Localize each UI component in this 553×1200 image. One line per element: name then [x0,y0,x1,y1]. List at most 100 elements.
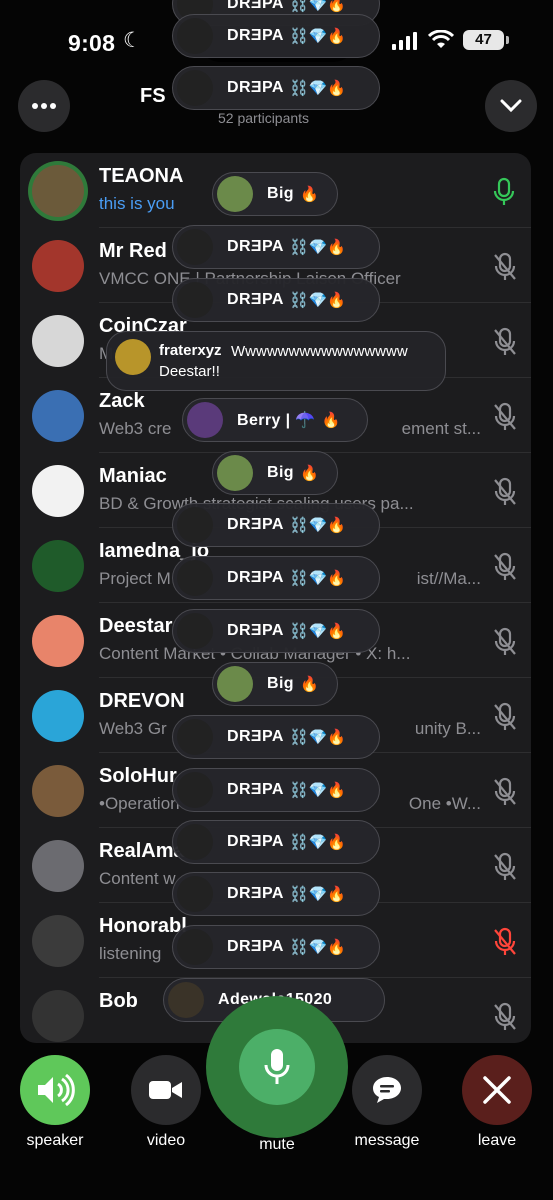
moon-icon: ☾ [123,29,142,52]
avatar [32,240,84,292]
more-options-button[interactable] [18,80,70,132]
participant-count: 52 participants [218,110,310,126]
mic-muted-icon [492,777,518,812]
chat-icon [373,1077,401,1103]
participant-name: Zack [99,390,145,412]
reaction-user: DRƎPA [227,291,284,308]
reaction-pill: DRƎPA ⛓️💎🔥 [172,609,380,653]
avatar [177,876,213,912]
signal-icon [392,32,417,50]
participant-subtitle-end: unity B... [414,719,481,738]
avatar [177,719,213,755]
reaction-user: DRƎPA [227,238,284,255]
avatar [217,176,253,212]
participant-subtitle-end: One •W... [408,794,481,813]
message-button[interactable] [352,1055,422,1125]
close-icon [483,1076,511,1104]
reaction-pill: Big 🔥 [212,172,338,216]
avatar [32,915,84,967]
reaction-user: DRƎPA [227,0,284,12]
avatar [217,666,253,702]
participant-name: TEAONA [99,165,184,187]
participant-subtitle: listening [99,944,162,963]
speaker-label: speaker [26,1132,84,1149]
reaction-pill: Big 🔥 [212,662,338,706]
participant-name: Bob [99,990,138,1012]
participant-subtitle: Project M [99,569,171,588]
mic-muted-icon [492,477,518,512]
participant-name: Maniac [99,465,167,487]
participant-name: Honorabl [99,915,187,937]
avatar [177,282,213,318]
reaction-user: Big [267,185,294,202]
reaction-emoji: ⛓️💎🔥 [289,0,346,13]
avatar [217,455,253,491]
wifi-icon [428,30,454,48]
avatar [177,772,213,808]
mute-label: mute [259,1136,295,1153]
reaction-emoji: ⛓️💎🔥 [289,28,346,45]
participant-name: Mr Red [99,240,167,262]
reaction-user: Big [267,675,294,692]
more-dots-icon [32,103,56,109]
mic-muted-icon [492,852,518,887]
mic-muted-icon [492,627,518,662]
chevron-down-icon [500,99,522,113]
speaker-button[interactable] [20,1055,90,1125]
video-label: video [146,1132,186,1149]
reaction-emoji: 🔥 [299,465,319,482]
avatar [177,613,213,649]
reaction-emoji: ⛓️💎🔥 [289,782,346,799]
reaction-pill: DRƎPA ⛓️💎🔥 [172,278,380,322]
avatar [32,615,84,667]
avatar [177,18,213,54]
reaction-emoji: ⛓️💎🔥 [289,729,346,746]
battery-indicator: 47 [463,30,509,50]
avatar [177,824,213,860]
reaction-user: DRƎPA [227,885,284,902]
minimize-button[interactable] [485,80,537,132]
video-camera-icon [149,1081,182,1099]
microphone-icon [264,1049,290,1084]
reaction-user: DRƎPA [227,833,284,850]
participant-subtitle: •Operation [99,794,180,813]
reaction-user: DRƎPA [227,728,284,745]
reaction-emoji: ⛓️💎🔥 [289,939,346,956]
reaction-pill: DRƎPA ⛓️💎🔥 [172,715,380,759]
bubble-message: Wwwwwwwwwwwwwwww Deestar!! [159,343,408,380]
reaction-emoji: ⛓️💎🔥 [289,239,346,256]
avatar [177,560,213,596]
avatar [32,540,84,592]
avatar [177,929,213,965]
mic-muted-icon [492,1002,518,1037]
avatar [32,465,84,517]
participant-name: SoloHur [99,765,177,787]
leave-label: leave [477,1132,517,1149]
avatar [32,165,84,217]
reaction-emoji: ⛓️💎🔥 [289,80,346,97]
avatar [32,765,84,817]
reaction-emoji: ⛓️💎🔥 [289,623,346,640]
reaction-user: Berry | ☂️ [237,412,316,429]
reaction-user: DRƎPA [227,938,284,955]
participant-subtitle: Web3 cre [99,419,172,438]
participant-subtitle-end: ist//Ma... [416,569,481,588]
reaction-pill: Berry | ☂️ 🔥 [182,398,368,442]
reaction-pill: DRƎPA ⛓️💎🔥 [172,768,380,812]
reaction-user: DRƎPA [227,516,284,533]
reaction-user: DRƎPA [227,27,284,44]
leave-button[interactable] [462,1055,532,1125]
avatar [177,70,213,106]
reaction-emoji: 🔥 [321,412,341,429]
status-time: 9:08 [68,30,116,56]
reaction-pill: DRƎPA ⛓️💎🔥 [172,556,380,600]
call-title: FS [140,85,166,107]
participant-subtitle: this is you [99,194,175,213]
avatar [187,402,223,438]
reaction-pill: Big 🔥 [212,451,338,495]
mute-button[interactable] [206,996,348,1138]
reaction-pill: DRƎPA ⛓️💎🔥 [172,66,380,110]
video-button[interactable] [131,1055,201,1125]
chat-bubble: fraterxyz Wwwwwwwwwwwwwwww Deestar!! [106,331,446,391]
reaction-emoji: ⛓️💎🔥 [289,834,346,851]
